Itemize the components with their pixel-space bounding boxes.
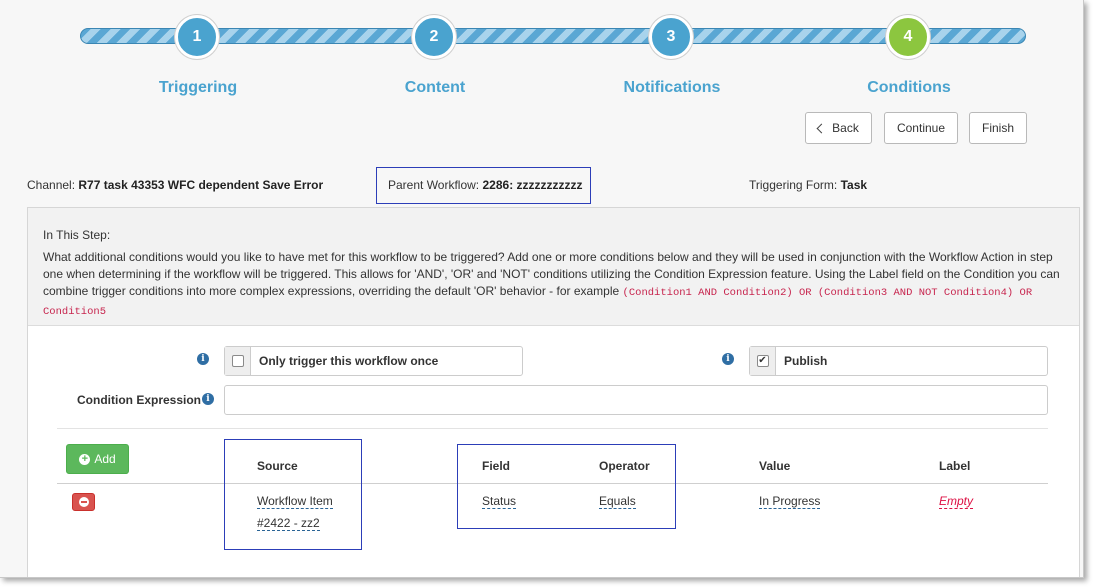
continue-button-label: Continue <box>896 121 946 135</box>
only-trigger-once-checkbox[interactable] <box>231 355 244 367</box>
remove-condition-button[interactable] <box>72 493 95 511</box>
column-header-label: Label <box>939 459 971 473</box>
field-operator-highlight <box>457 444 676 529</box>
triggering-form-value: Task <box>840 178 868 192</box>
minus-circle-icon <box>78 497 89 507</box>
add-condition-button[interactable]: + Add <box>66 444 129 474</box>
info-circle-icon[interactable]: i <box>202 393 214 405</box>
condition-value[interactable]: In Progress <box>759 494 821 509</box>
wizard-step-label-conditions[interactable]: Conditions <box>819 79 999 97</box>
back-button[interactable]: Back <box>805 112 872 144</box>
finish-button[interactable]: Finish <box>969 112 1027 144</box>
source-column-highlight <box>224 439 362 550</box>
info-circle-icon[interactable]: i <box>197 353 209 365</box>
wizard-progress-track <box>80 28 1026 44</box>
only-trigger-once-checkbox-group[interactable]: Only trigger this workflow once <box>224 346 523 376</box>
triggering-form-label: Triggering Form: <box>749 178 838 192</box>
wizard-step-label-notifications[interactable]: Notifications <box>582 79 762 97</box>
divider <box>57 428 1048 429</box>
parent-workflow-value: 2286: zzzzzzzzzzz <box>482 178 583 192</box>
triggering-form-info: Triggering Form: Task <box>749 178 867 192</box>
plus-circle-icon: + <box>79 453 91 465</box>
condition-label-text: Empty <box>939 494 974 509</box>
only-trigger-once-label: Only trigger this workflow once <box>259 354 439 368</box>
step-help-box: In This Step: What additional conditions… <box>28 208 1079 326</box>
chevron-left-icon <box>816 123 827 133</box>
wizard-step-label-triggering[interactable]: Triggering <box>108 79 288 97</box>
step-help-title: In This Step: <box>43 228 111 242</box>
step-help-text-block: What additional conditions would you lik… <box>43 249 1065 321</box>
channel-value: R77 task 43353 WFC dependent Save Error <box>78 178 324 192</box>
publish-checkbox-group[interactable]: ✔ Publish <box>749 346 1048 376</box>
wizard-step-4[interactable]: 4 <box>886 15 930 59</box>
channel-label: Channel: <box>27 178 76 192</box>
column-header-value: Value <box>759 459 791 473</box>
wizard-step-label-content[interactable]: Content <box>345 79 525 97</box>
wizard-step-2[interactable]: 2 <box>412 15 456 59</box>
condition-expression-input[interactable] <box>224 385 1048 415</box>
condition-label[interactable]: Empty <box>939 494 974 509</box>
back-button-label: Back <box>832 121 859 135</box>
wizard-step-3[interactable]: 3 <box>649 15 693 59</box>
wizard-step-1[interactable]: 1 <box>175 15 219 59</box>
finish-button-label: Finish <box>981 121 1014 135</box>
publish-checkbox[interactable]: ✔ <box>756 355 769 367</box>
parent-workflow-label: Parent Workflow: <box>388 178 480 192</box>
publish-addon: ✔ <box>750 347 776 375</box>
channel-info: Channel: R77 task 43353 WFC dependent Sa… <box>27 178 323 192</box>
info-circle-icon[interactable]: i <box>722 353 734 365</box>
only-trigger-once-addon <box>225 347 251 375</box>
condition-expression-label: Condition Expression <box>77 393 202 407</box>
condition-value-text: In Progress <box>759 494 821 509</box>
workflow-wizard-window: 1 2 3 4 Triggering Content Notifications… <box>0 0 1084 578</box>
parent-workflow-info: Parent Workflow: 2286: zzzzzzzzzzz <box>388 178 583 192</box>
publish-label: Publish <box>784 354 828 368</box>
continue-button[interactable]: Continue <box>884 112 958 144</box>
add-condition-label: Add <box>94 452 116 466</box>
